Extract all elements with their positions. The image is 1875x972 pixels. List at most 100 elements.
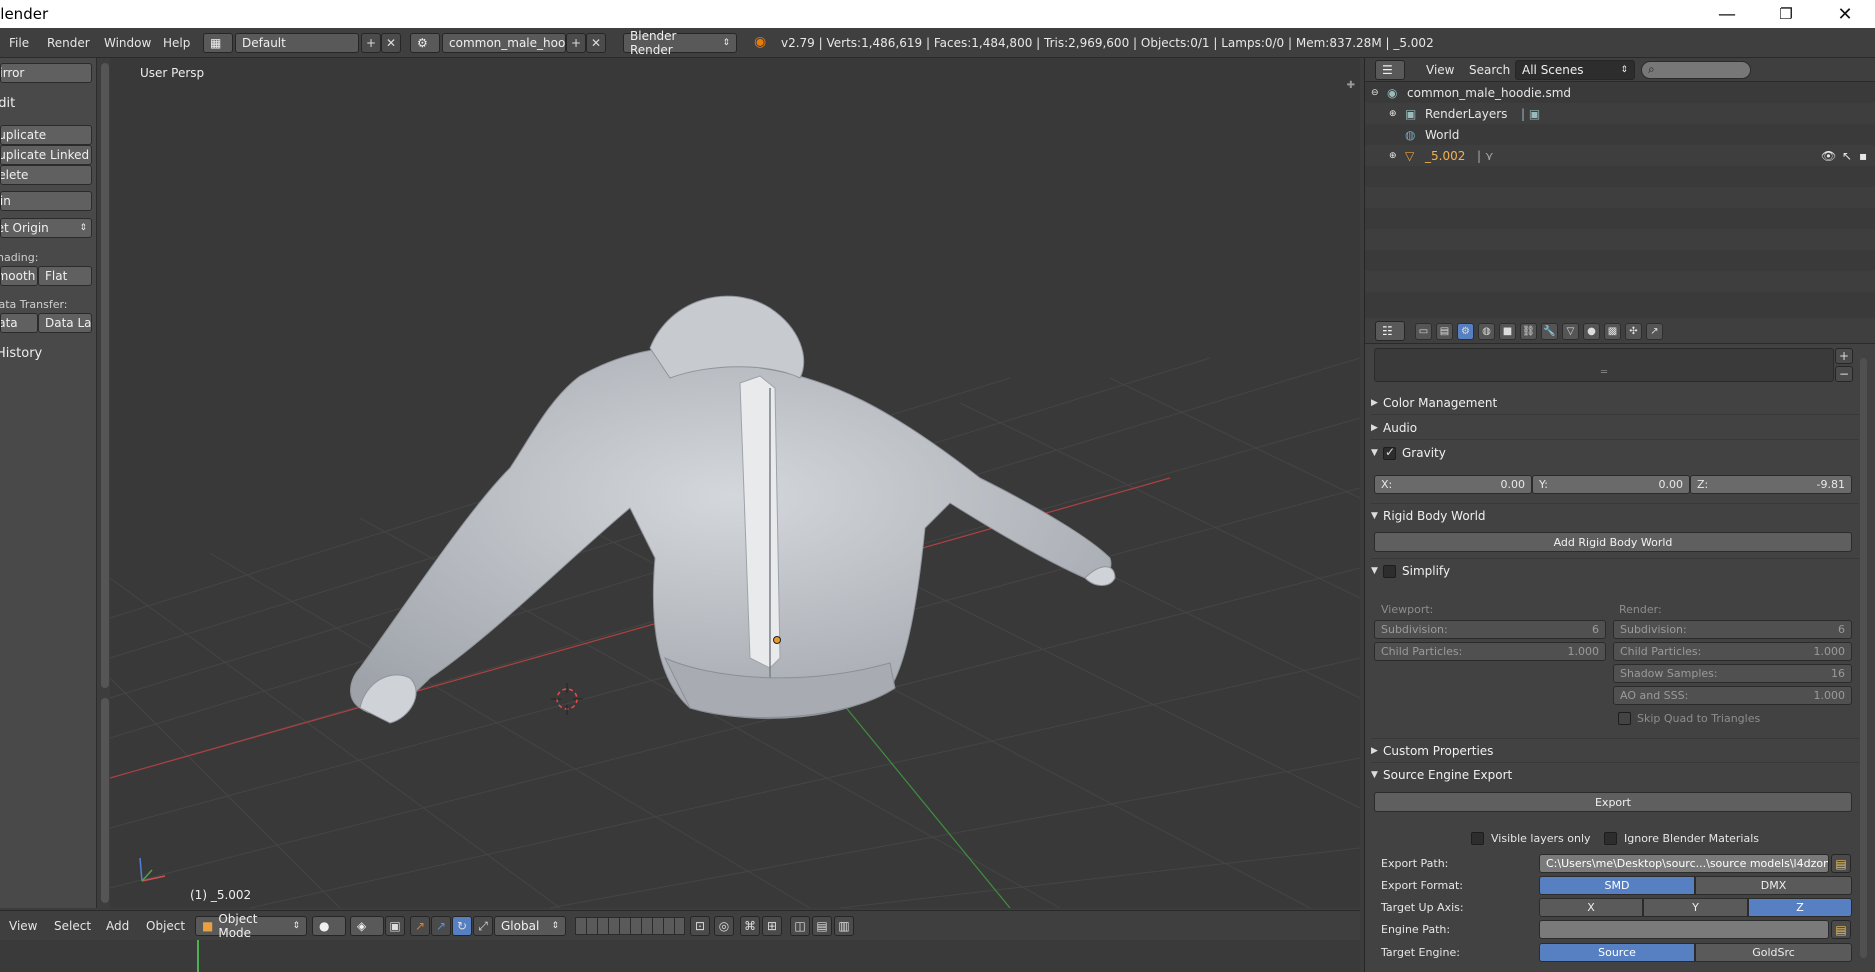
manipulator-icon[interactable]: ↗ <box>410 916 430 936</box>
visibility-eye-icon[interactable]: 👁 <box>1821 149 1836 163</box>
minimize-button[interactable]: — <box>1697 0 1757 28</box>
viewport-child-particles-field[interactable]: Child Particles: 1.000 <box>1374 642 1606 661</box>
scene-list-box[interactable]: ═ <box>1374 348 1834 382</box>
audio-panel-header[interactable]: ▶ Audio <box>1371 418 1859 438</box>
snap-element-icon[interactable]: ⊞ <box>762 916 782 936</box>
outliner-menu-view[interactable]: View <box>1417 63 1463 77</box>
limit-selection-icon[interactable]: ▣ <box>385 916 405 936</box>
menu-file[interactable]: File <box>0 36 38 50</box>
outliner-editor-type-button[interactable]: ☰ <box>1375 60 1405 80</box>
visible-layers-only-checkbox[interactable] <box>1471 832 1484 845</box>
duplicate-linked-button[interactable]: Duplicate Linked <box>0 145 92 165</box>
render-opengl-icon[interactable]: ◫ <box>790 916 810 936</box>
shadow-samples-field[interactable]: Shadow Samples: 16 <box>1613 664 1852 683</box>
axis-z-option[interactable]: Z <box>1748 898 1852 917</box>
expand-icon[interactable]: ⊕ <box>1389 151 1397 161</box>
set-origin-dropdown[interactable]: Set Origin⇕ <box>0 218 92 238</box>
render-layers-tab-icon[interactable]: ▤ <box>1436 323 1453 340</box>
menu-window[interactable]: Window <box>95 36 160 50</box>
collapse-icon[interactable]: ⊖ <box>1371 88 1379 98</box>
world-tab-icon[interactable]: ◍ <box>1478 323 1495 340</box>
format-smd-option[interactable]: SMD <box>1539 876 1695 895</box>
vp-menu-add[interactable]: Add <box>97 919 138 933</box>
render-subdivision-field[interactable]: Subdivision: 6 <box>1613 620 1852 639</box>
edit-panel-header[interactable]: Edit <box>0 96 15 111</box>
add-list-item-icon[interactable]: + <box>1835 348 1853 364</box>
modifiers-tab-icon[interactable]: 🔧 <box>1541 323 1558 340</box>
proportional-edit-icon[interactable]: ◎ <box>714 916 734 936</box>
axis-x-option[interactable]: X <box>1539 898 1643 917</box>
current-frame-marker[interactable] <box>197 940 199 972</box>
scene-type-button[interactable]: ⚙ <box>410 33 440 53</box>
render-animation-icon[interactable]: ▤ <box>812 916 832 936</box>
transform-orientation-dropdown[interactable]: Global ⇕ <box>494 916 566 936</box>
export-button[interactable]: Export <box>1374 792 1852 812</box>
export-path-input[interactable]: C:\Users\me\Desktop\sourc...\source mode… <box>1539 854 1829 873</box>
properties-scrollbar[interactable] <box>1860 358 1867 958</box>
gravity-panel-header[interactable]: ▼ Gravity <box>1371 443 1859 463</box>
close-button[interactable]: ✕ <box>1815 0 1875 28</box>
render-tab-icon[interactable]: ▭ <box>1415 323 1432 340</box>
engine-path-input[interactable] <box>1539 920 1829 939</box>
properties-editor-type-button[interactable]: ☷ <box>1375 321 1405 341</box>
format-dmx-option[interactable]: DMX <box>1695 876 1852 895</box>
3d-viewport[interactable]: ✚ User Persp (1) _5.002 <box>110 58 1360 908</box>
source-engine-export-panel-header[interactable]: ▼ Source Engine Export <box>1371 765 1859 785</box>
rotate-manipulator-icon[interactable]: ↻ <box>452 916 472 936</box>
lock-layers-icon[interactable]: ⊡ <box>690 916 710 936</box>
menu-render[interactable]: Render <box>38 36 99 50</box>
physics-tab-icon[interactable]: ↗ <box>1646 323 1663 340</box>
outliner-display-mode-dropdown[interactable]: All Scenes ⇕ <box>1515 60 1635 80</box>
ignore-blender-materials-checkbox[interactable] <box>1604 832 1617 845</box>
add-screen-icon[interactable]: + <box>361 33 381 53</box>
outliner-row-world[interactable]: ◍ World <box>1365 124 1875 145</box>
tool-shelf-scrollbar-lower[interactable] <box>101 698 109 903</box>
material-tab-icon[interactable]: ● <box>1583 323 1600 340</box>
screen-layout-type-button[interactable]: ▦ <box>203 33 233 53</box>
engine-source-option[interactable]: Source <box>1539 943 1695 962</box>
layer-buttons[interactable] <box>575 917 685 935</box>
custom-properties-panel-header[interactable]: ▶ Custom Properties <box>1371 741 1859 761</box>
gravity-enable-checkbox[interactable] <box>1383 445 1396 460</box>
skip-quad-checkbox[interactable] <box>1618 712 1631 725</box>
remove-screen-icon[interactable]: ✕ <box>381 33 401 53</box>
shade-smooth-button[interactable]: Smooth <box>0 266 38 286</box>
restore-button[interactable]: ❐ <box>1756 0 1816 28</box>
viewport-properties-toggle-icon[interactable]: ✚ <box>1347 80 1355 91</box>
mirror-button[interactable]: Mirror <box>0 63 92 83</box>
snap-icon[interactable]: ⌘ <box>740 916 760 936</box>
vp-menu-select[interactable]: Select <box>45 919 100 933</box>
render-child-particles-field[interactable]: Child Particles: 1.000 <box>1613 642 1852 661</box>
scene-tab-icon[interactable]: ⚙ <box>1457 323 1474 340</box>
tool-shelf-scrollbar[interactable] <box>101 63 109 688</box>
object-tab-icon[interactable]: ■ <box>1499 323 1516 340</box>
color-management-panel-header[interactable]: ▶ Color Management <box>1371 393 1859 413</box>
translate-manipulator-icon[interactable]: ↗ <box>431 916 451 936</box>
texture-tab-icon[interactable]: ▩ <box>1604 323 1621 340</box>
interaction-mode-dropdown[interactable]: ■ Object Mode ⇕ <box>195 912 307 940</box>
outliner-row-scene[interactable]: ⊖ ◉ common_male_hoodie.smd <box>1365 82 1875 103</box>
pivot-point-dropdown[interactable]: ◈ <box>350 916 384 936</box>
duplicate-button[interactable]: Duplicate <box>0 125 92 145</box>
viewport-subdivision-field[interactable]: Subdivision: 6 <box>1374 620 1606 639</box>
render-engine-dropdown[interactable]: Blender Render ⇕ <box>623 29 737 57</box>
timeline-strip[interactable] <box>0 940 1360 972</box>
axis-y-option[interactable]: Y <box>1643 898 1748 917</box>
delete-button[interactable]: Delete <box>0 165 92 185</box>
gravity-z-field[interactable]: Z: -9.81 <box>1690 475 1852 494</box>
outliner-row-mesh-object[interactable]: ⊕ ▽ _5.002 | ⋎ 👁 ↖ ▪ <box>1365 145 1875 166</box>
simplify-panel-header[interactable]: ▼ Simplify <box>1371 561 1859 581</box>
shade-flat-button[interactable]: Flat <box>38 266 92 286</box>
history-panel-header[interactable]: History <box>0 346 42 361</box>
outliner-menu-search[interactable]: Search <box>1460 63 1519 77</box>
data-transfer-button[interactable]: Data <box>0 313 38 333</box>
remove-list-item-icon[interactable]: − <box>1835 366 1853 382</box>
ao-sss-field[interactable]: AO and SSS: 1.000 <box>1613 686 1852 705</box>
outliner-search-input[interactable]: ⌕ <box>1641 61 1751 79</box>
rigid-body-world-panel-header[interactable]: ▼ Rigid Body World <box>1371 506 1859 526</box>
scene-name-field[interactable]: common_male_hoodi... <box>442 33 566 53</box>
add-scene-icon[interactable]: + <box>566 33 586 53</box>
outliner-row-renderlayers[interactable]: ⊕ ▣ RenderLayers | ▣ <box>1365 103 1875 124</box>
data-layout-button[interactable]: Data Lay <box>38 313 92 333</box>
join-button[interactable]: Join <box>0 191 92 211</box>
